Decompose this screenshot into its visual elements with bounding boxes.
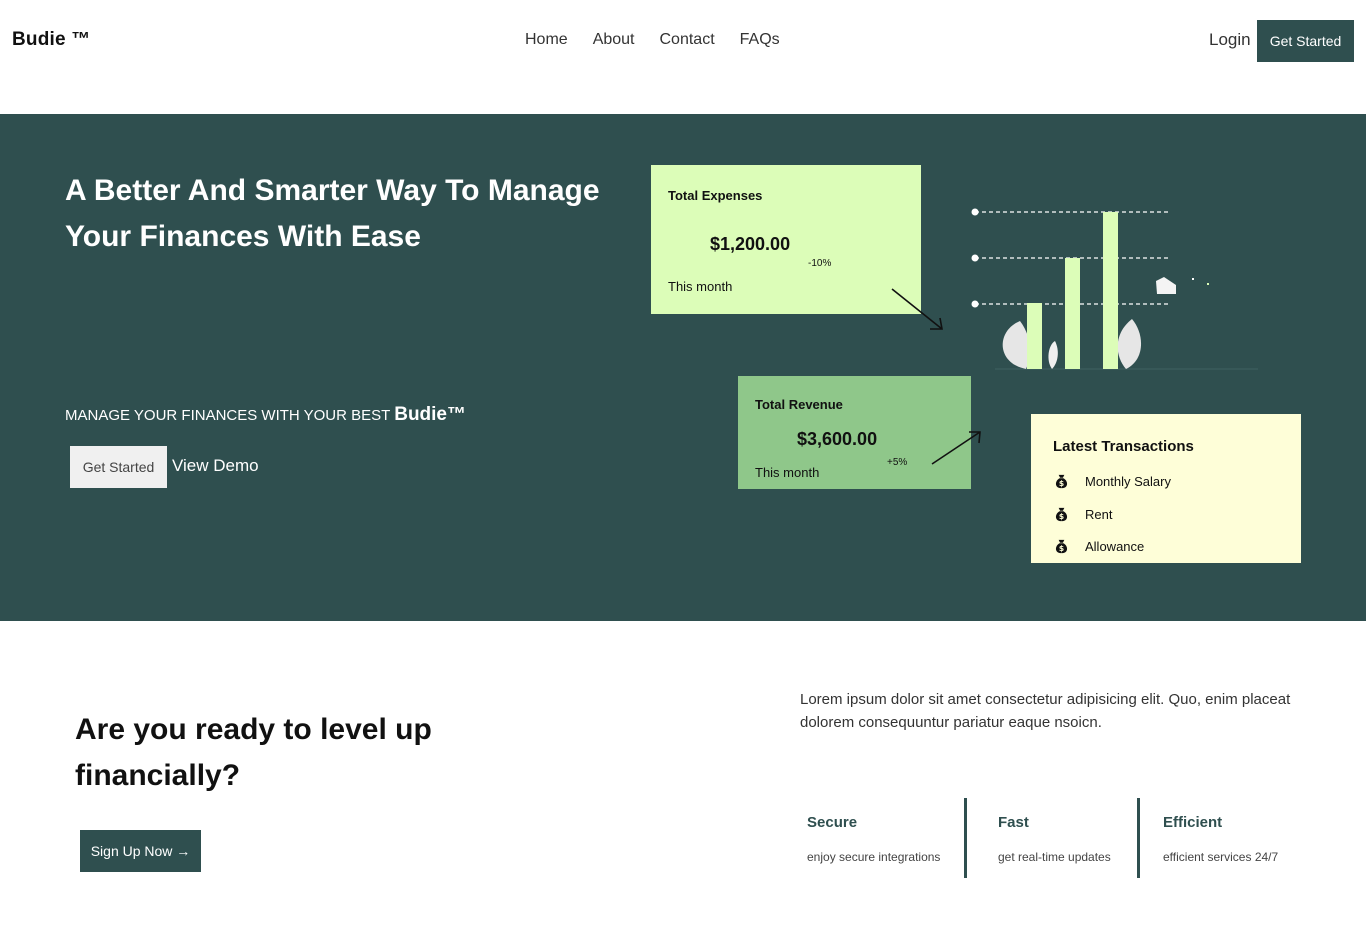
sign-up-button[interactable]: Sign Up Now →: [80, 830, 201, 872]
feature-divider: [964, 798, 967, 878]
nav-link-contact[interactable]: Contact: [660, 31, 715, 49]
nav-links: Home About Contact FAQs: [525, 31, 780, 49]
latest-transactions-card: Latest Transactions $ Monthly Salary $ R…: [1031, 414, 1301, 563]
hero-subtitle: MANAGE YOUR FINANCES WITH YOUR BEST Budi…: [65, 404, 466, 426]
total-expenses-card: Total Expenses $1,200.00 -10% This month: [651, 165, 921, 314]
svg-text:$: $: [1059, 544, 1064, 553]
revenue-label: Total Revenue: [755, 397, 843, 412]
feature-secure: Secure enjoy secure integrations: [807, 798, 963, 878]
feature-title: Fast: [998, 814, 1029, 831]
growth-chart-illustration: [971, 208, 1258, 370]
nav-link-home[interactable]: Home: [525, 31, 568, 49]
transaction-item[interactable]: $ Rent: [1053, 506, 1112, 523]
money-bag-icon: $: [1055, 539, 1068, 553]
brand-logo[interactable]: Budie ™: [12, 29, 90, 51]
cta-section-text: Lorem ipsum dolor sit amet consectetur a…: [800, 691, 1291, 731]
transaction-item[interactable]: $ Allowance: [1053, 538, 1144, 555]
transaction-label: Monthly Salary: [1085, 474, 1171, 489]
arrow-up-right-icon: [931, 431, 981, 465]
expenses-label: Total Expenses: [668, 188, 763, 203]
money-bag-icon: $: [1055, 507, 1068, 521]
transaction-label: Rent: [1085, 507, 1113, 522]
feature-fast: Fast get real-time updates: [998, 798, 1134, 878]
hero-title: A Better And Smarter Way To Manage Your …: [65, 174, 600, 253]
feature-title: Secure: [807, 814, 858, 831]
expenses-period: This month: [668, 279, 733, 294]
feature-efficient: Efficient efficient services 24/7: [1163, 798, 1313, 878]
top-navigation: Budie ™ Home About Contact FAQs Login Ge…: [0, 0, 1366, 86]
svg-text:$: $: [1059, 479, 1064, 488]
expenses-value: $1,200.00: [710, 234, 791, 254]
revenue-value: $3,600.00: [797, 429, 878, 449]
revenue-change: +5%: [887, 457, 908, 468]
feature-desc: get real-time updates: [998, 850, 1111, 864]
arrow-down-right-icon: [891, 288, 943, 330]
transaction-label: Allowance: [1085, 539, 1145, 554]
revenue-period: This month: [755, 465, 820, 480]
feature-title: Efficient: [1163, 814, 1223, 831]
nav-link-about[interactable]: About: [593, 31, 635, 49]
nav-link-faqs[interactable]: FAQs: [740, 31, 780, 49]
login-link[interactable]: Login: [1209, 30, 1251, 50]
hero-subtitle-text: MANAGE YOUR FINANCES WITH YOUR BEST: [65, 407, 395, 424]
cta-section-title: Are you ready to level up financially?: [75, 713, 432, 792]
svg-text:$: $: [1059, 512, 1064, 521]
hero-subtitle-brand: Budie™: [394, 404, 466, 425]
money-bag-icon: $: [1055, 474, 1068, 488]
feature-desc: efficient services 24/7: [1163, 850, 1279, 864]
transaction-item[interactable]: $ Monthly Salary: [1053, 473, 1171, 490]
hero-get-started-button[interactable]: Get Started: [70, 446, 167, 488]
leaf-right-icon: [1117, 319, 1142, 369]
transactions-title: Latest Transactions: [1053, 438, 1194, 455]
feature-divider: [1137, 798, 1140, 878]
get-started-button[interactable]: Get Started: [1257, 20, 1354, 62]
view-demo-link[interactable]: View Demo: [172, 456, 259, 476]
feature-desc: enjoy secure integrations: [807, 850, 941, 864]
expenses-change: -10%: [808, 258, 832, 269]
